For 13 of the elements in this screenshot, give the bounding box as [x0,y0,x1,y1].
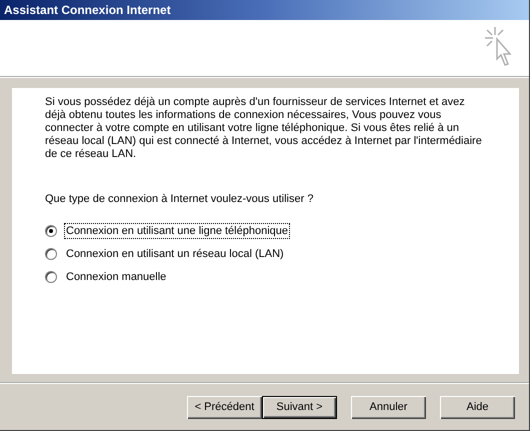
radio-label[interactable]: Connexion manuelle [64,268,168,284]
question-text: Que type de connexion à Internet voulez-vous utiliser ? [45,193,314,205]
radio-button[interactable] [45,270,57,282]
window-title: Assistant Connexion Internet [0,0,529,20]
radio-button[interactable] [45,248,57,260]
radio-button[interactable] [45,224,57,236]
wizard-button[interactable]: < Précédent [187,396,262,418]
wizard-button[interactable]: Aide [440,396,515,418]
radio-label[interactable]: Connexion en utilisant une ligne téléphonique [64,222,290,238]
wizard-button[interactable]: Suivant > [262,396,337,418]
wizard-button[interactable]: Annuler [351,396,426,418]
radio-label[interactable]: Connexion en utilisant un réseau local (LAN) [64,246,286,262]
intro-paragraph: Si vous possédez déjà un compte auprès d'un fournisseur de services Internet et avez déjà obtenu toutes les informations de connexion nécessaires, Vous pouvez vous connecter à votre compte en utilisant votre ligne téléphonique. Si vous êtes relié à un réseau local (LAN) qui est connecté à Internet, vous accédez à Internet par l'intermédiaire de ce réseau LAN. [45,96,483,161]
